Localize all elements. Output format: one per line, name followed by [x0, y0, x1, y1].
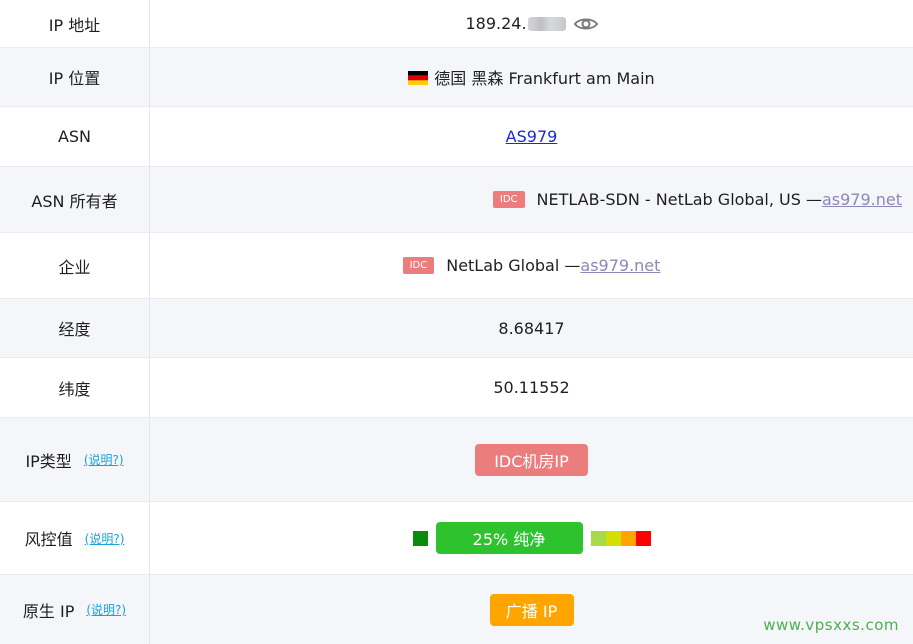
value-enterprise: IDC NetLab Global — as979.net	[150, 233, 913, 298]
row-ip-type: IP类型 (说明?) IDC机房IP	[0, 418, 913, 502]
label-longitude: 经度	[0, 299, 150, 357]
risk-meter: 25% 纯净	[412, 522, 651, 554]
asn-owner-domain-link[interactable]: as979.net	[822, 190, 902, 209]
ip-type-help-link[interactable]: (说明?)	[84, 451, 124, 468]
risk-help-link[interactable]: (说明?)	[85, 530, 125, 547]
row-ip-location: IP 位置 德国 黑森 Frankfurt am Main	[0, 48, 913, 107]
ip-location-text: 德国 黑森 Frankfurt am Main	[434, 69, 655, 88]
label-ip-type: IP类型 (说明?)	[0, 418, 150, 501]
row-asn: ASN AS979	[0, 107, 913, 167]
ip-type-badge: IDC机房IP	[475, 443, 588, 476]
row-longitude: 经度 8.68417	[0, 299, 913, 358]
risk-scale-segment	[635, 530, 651, 546]
masked-ip-segment	[527, 16, 566, 31]
row-risk: 风控值 (说明?) 25% 纯净	[0, 502, 913, 575]
label-enterprise: 企业	[0, 233, 150, 298]
row-enterprise: 企业 IDC NetLab Global — as979.net	[0, 233, 913, 299]
label-ip-address: IP 地址	[0, 0, 150, 47]
enterprise-text: NetLab Global —	[446, 256, 581, 275]
value-longitude: 8.68417	[498, 318, 565, 338]
risk-scale-bar	[590, 530, 651, 546]
idc-badge: IDC	[492, 191, 525, 208]
value-asn: AS979	[150, 107, 913, 166]
row-ip-address: IP 地址 189.24.	[0, 0, 913, 48]
risk-scale-segment	[605, 530, 621, 546]
risk-low-indicator	[412, 530, 428, 546]
label-asn-owner: ASN 所有者	[0, 167, 150, 232]
risk-scale-segment	[620, 530, 636, 546]
germany-flag-icon	[408, 70, 429, 85]
value-ip-type: IDC机房IP	[150, 418, 913, 501]
asn-link[interactable]: AS979	[506, 127, 558, 146]
native-ip-help-link[interactable]: (说明?)	[86, 601, 126, 618]
eye-icon[interactable]	[573, 16, 598, 32]
row-asn-owner: ASN 所有者 IDC NETLAB-SDN - NetLab Global, …	[0, 167, 913, 233]
value-risk: 25% 纯净	[150, 502, 913, 574]
risk-label-text: 风控值	[24, 530, 73, 549]
label-ip-location: IP 位置	[0, 48, 150, 106]
label-latitude: 纬度	[0, 358, 150, 417]
native-ip-badge: 广播 IP	[489, 593, 574, 626]
watermark: www.vpsxxs.com	[763, 616, 899, 634]
asn-owner-text: NETLAB-SDN - NetLab Global, US —	[536, 190, 822, 209]
row-latitude: 纬度 50.11552	[0, 358, 913, 418]
label-native-ip: 原生 IP (说明?)	[0, 575, 150, 644]
ip-info-table: IP 地址 189.24. IP 位置 德国 黑森 Frankfurt am M…	[0, 0, 913, 644]
value-latitude: 50.11552	[493, 378, 570, 397]
native-ip-label-text: 原生 IP	[22, 601, 75, 621]
value-ip-location: 德国 黑森 Frankfurt am Main	[150, 48, 913, 106]
label-risk: 风控值 (说明?)	[0, 502, 150, 574]
ip-type-label-text: IP类型	[25, 451, 72, 471]
value-asn-owner: IDC NETLAB-SDN - NetLab Global, US — as9…	[150, 167, 913, 232]
value-ip-address: 189.24.	[150, 0, 913, 47]
label-asn: ASN	[0, 107, 150, 166]
risk-scale-segment	[590, 530, 606, 546]
enterprise-domain-link[interactable]: as979.net	[580, 256, 660, 275]
idc-badge: IDC	[402, 257, 435, 274]
risk-score-badge: 25% 纯净	[435, 522, 583, 554]
ip-address-text: 189.24.	[465, 14, 527, 33]
